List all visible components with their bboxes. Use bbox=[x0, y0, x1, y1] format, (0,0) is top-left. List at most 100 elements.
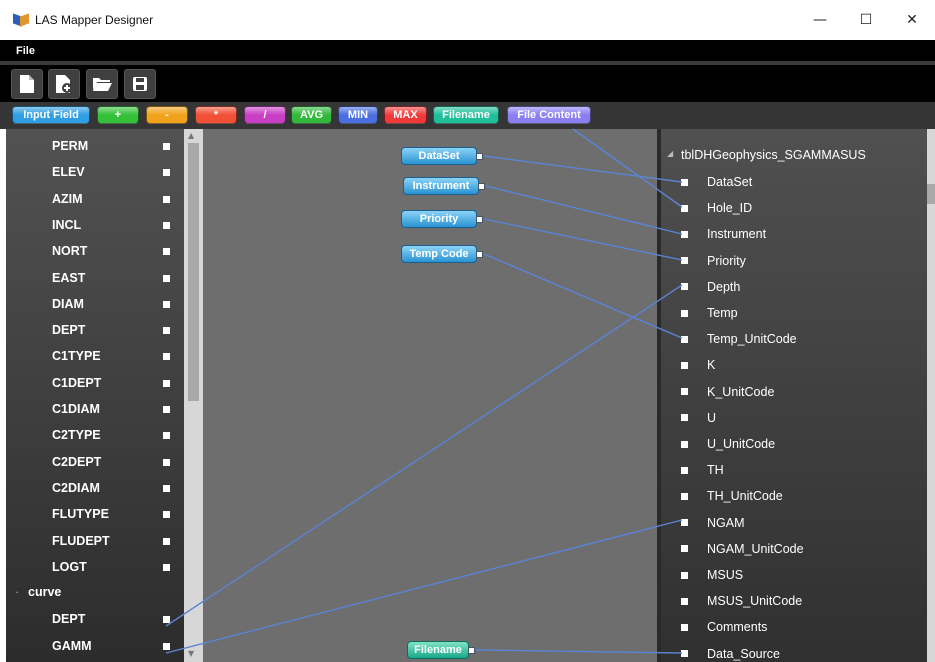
scroll-down-icon[interactable]: ▼ bbox=[188, 649, 194, 658]
source-field-c2dept[interactable]: C2DEPT bbox=[52, 449, 101, 475]
target-field-port[interactable] bbox=[681, 414, 688, 422]
palette-avg-button[interactable]: AVG bbox=[291, 106, 332, 124]
target-field-th[interactable]: TH bbox=[661, 457, 921, 483]
target-field-msus[interactable]: MSUS bbox=[661, 562, 921, 588]
source-field-port[interactable] bbox=[163, 458, 170, 466]
target-field-port[interactable] bbox=[681, 388, 688, 396]
target-field-priority[interactable]: Priority bbox=[661, 248, 921, 274]
target-field-port[interactable] bbox=[681, 623, 688, 631]
source-field-port[interactable] bbox=[163, 353, 170, 361]
maximize-button[interactable]: ☐ bbox=[843, 0, 889, 40]
target-field-port[interactable] bbox=[681, 335, 688, 343]
curve-field-port[interactable] bbox=[163, 642, 170, 650]
target-field-msus-unitcode[interactable]: MSUS_UnitCode bbox=[661, 588, 921, 614]
target-field-dataset[interactable]: DataSet bbox=[661, 169, 921, 195]
close-button[interactable]: ✕ bbox=[889, 0, 935, 40]
source-field-port[interactable] bbox=[163, 195, 170, 203]
node-dataset[interactable]: DataSet bbox=[401, 147, 483, 165]
source-field-c1type[interactable]: C1TYPE bbox=[52, 343, 101, 369]
target-field-ngam-unitcode[interactable]: NGAM_UnitCode bbox=[661, 536, 921, 562]
source-field-elev[interactable]: ELEV bbox=[52, 159, 85, 185]
source-field-fludept[interactable]: FLUDEPT bbox=[52, 528, 110, 554]
palette-subtract-button[interactable]: - bbox=[146, 106, 188, 124]
source-field-perm[interactable]: PERM bbox=[52, 133, 88, 159]
source-field-nort[interactable]: NORT bbox=[52, 238, 87, 264]
source-field-c1diam[interactable]: C1DIAM bbox=[52, 396, 100, 422]
source-field-port[interactable] bbox=[163, 406, 170, 413]
target-field-port[interactable] bbox=[681, 257, 688, 265]
right-scrollbar[interactable] bbox=[927, 129, 935, 662]
right-scroll-thumb[interactable] bbox=[927, 184, 935, 204]
target-field-port[interactable] bbox=[681, 466, 688, 474]
target-field-port[interactable] bbox=[681, 492, 688, 500]
source-group-curve[interactable]: curve bbox=[28, 585, 61, 599]
source-field-port[interactable] bbox=[163, 327, 170, 335]
node-priority[interactable]: Priority bbox=[401, 210, 483, 228]
source-field-port[interactable] bbox=[163, 432, 170, 440]
palette-input-field-button[interactable]: Input Field bbox=[12, 106, 90, 124]
source-field-dept[interactable]: DEPT bbox=[52, 317, 85, 343]
node-priority-port[interactable] bbox=[476, 216, 483, 223]
target-field-ngam[interactable]: NGAM bbox=[661, 510, 921, 536]
target-field-port[interactable] bbox=[681, 519, 688, 527]
node-filename-port[interactable] bbox=[468, 647, 475, 654]
target-field-data-source[interactable]: Data_Source bbox=[661, 641, 921, 662]
source-field-flutype[interactable]: FLUTYPE bbox=[52, 501, 109, 527]
source-field-logt[interactable]: LOGT bbox=[52, 554, 87, 580]
source-field-port[interactable] bbox=[163, 537, 170, 545]
target-field-port[interactable] bbox=[681, 650, 688, 658]
target-field-k-unitcode[interactable]: K_UnitCode bbox=[661, 379, 921, 405]
source-field-port[interactable] bbox=[163, 300, 170, 308]
target-field-port[interactable] bbox=[681, 178, 688, 186]
target-field-instrument[interactable]: Instrument bbox=[661, 221, 921, 247]
node-temp-code[interactable]: Temp Code bbox=[401, 245, 483, 263]
target-field-port[interactable] bbox=[681, 204, 688, 212]
target-field-k[interactable]: K bbox=[661, 352, 921, 378]
source-field-c2diam[interactable]: C2DIAM bbox=[52, 475, 100, 501]
palette-filename-button[interactable]: Filename bbox=[433, 106, 499, 124]
node-dataset-port[interactable] bbox=[476, 153, 483, 160]
target-field-port[interactable] bbox=[681, 361, 688, 369]
target-field-port[interactable] bbox=[681, 545, 688, 553]
palette-multiply-button[interactable]: * bbox=[195, 106, 237, 124]
mapping-canvas[interactable] bbox=[203, 129, 657, 662]
collapse-arrow-icon[interactable]: ◢ bbox=[667, 149, 673, 158]
palette-max-button[interactable]: MAX bbox=[384, 106, 427, 124]
node-instrument[interactable]: Instrument bbox=[403, 177, 485, 195]
source-field-c1dept[interactable]: C1DEPT bbox=[52, 370, 101, 396]
source-field-azim[interactable]: AZIM bbox=[52, 186, 83, 212]
left-scrollbar[interactable]: ▲ ▼ bbox=[184, 129, 203, 662]
source-field-port[interactable] bbox=[163, 379, 170, 387]
target-field-port[interactable] bbox=[681, 309, 688, 317]
source-field-port[interactable] bbox=[163, 274, 170, 282]
left-scroll-thumb[interactable] bbox=[188, 143, 199, 401]
scroll-up-icon[interactable]: ▲ bbox=[188, 131, 194, 140]
target-field-u-unitcode[interactable]: U_UnitCode bbox=[661, 431, 921, 457]
minimize-button[interactable]: — bbox=[797, 0, 843, 40]
target-field-port[interactable] bbox=[681, 440, 688, 448]
add-file-button[interactable] bbox=[48, 69, 80, 99]
palette-divide-button[interactable]: / bbox=[244, 106, 286, 124]
node-instrument-port[interactable] bbox=[478, 183, 485, 190]
source-field-port[interactable] bbox=[163, 484, 170, 492]
source-field-east[interactable]: EAST bbox=[52, 265, 85, 291]
target-field-comments[interactable]: Comments bbox=[661, 614, 921, 640]
curve-field-dept[interactable]: DEPT bbox=[52, 606, 85, 632]
palette-file-content-button[interactable]: File Content bbox=[507, 106, 591, 124]
target-field-port[interactable] bbox=[681, 571, 688, 579]
source-field-port[interactable] bbox=[163, 221, 170, 229]
target-field-depth[interactable]: Depth bbox=[661, 274, 921, 300]
source-field-port[interactable] bbox=[163, 511, 170, 519]
open-folder-button[interactable] bbox=[86, 69, 118, 99]
source-field-incl[interactable]: INCL bbox=[52, 212, 81, 238]
source-field-port[interactable] bbox=[163, 143, 170, 150]
target-field-temp-unitcode[interactable]: Temp_UnitCode bbox=[661, 326, 921, 352]
group-expand-icon[interactable]: . bbox=[16, 586, 18, 595]
node-filename[interactable]: Filename bbox=[407, 641, 475, 659]
menu-file[interactable]: File bbox=[16, 45, 35, 57]
node-temp-code-port[interactable] bbox=[476, 251, 483, 258]
target-field-hole-id[interactable]: Hole_ID bbox=[661, 195, 921, 221]
target-field-temp[interactable]: Temp bbox=[661, 300, 921, 326]
target-field-port[interactable] bbox=[681, 283, 688, 291]
target-field-u[interactable]: U bbox=[661, 405, 921, 431]
